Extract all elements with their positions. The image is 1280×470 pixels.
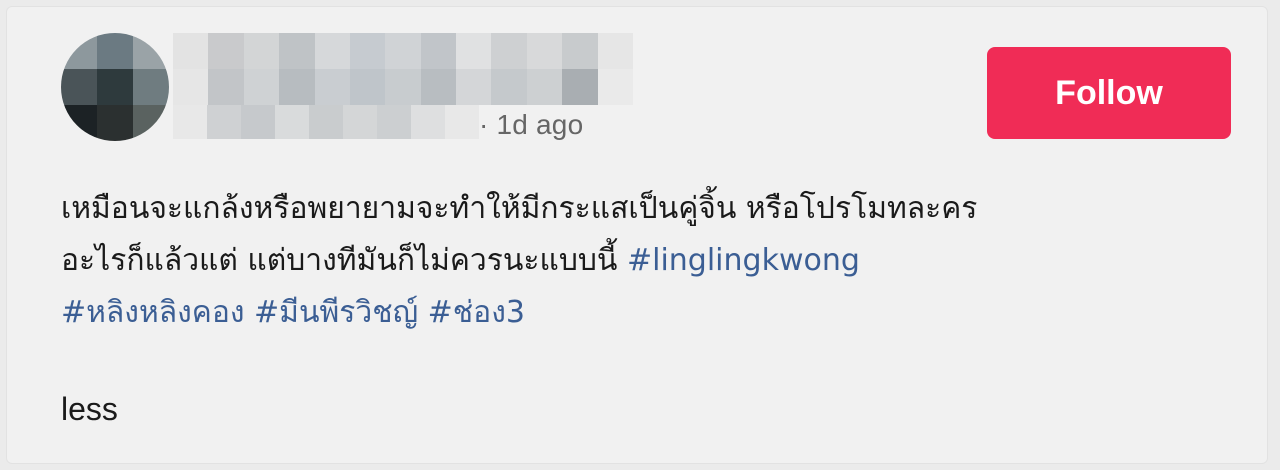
meta-blurred	[173, 105, 479, 139]
follow-button[interactable]: Follow	[987, 47, 1231, 139]
avatar-blurred[interactable]	[61, 33, 169, 141]
username-blurred[interactable]	[173, 33, 633, 105]
caption-line-1: เหมือนจะแกล้งหรือพยายามจะทำให้มีกระแสเป็…	[61, 191, 978, 226]
post-header: · 1d ago Follow	[7, 7, 1267, 157]
post-time: · 1d ago	[479, 109, 584, 140]
less-toggle[interactable]: less	[61, 387, 118, 431]
comment-card: · 1d ago Follow เหมือนจะแกล้งหรือพยายามจ…	[6, 6, 1268, 464]
hashtag-link[interactable]: #มีนพีรวิชญ์	[254, 295, 418, 330]
caption-text: อะไรก็แล้วแต่ แต่บางทีมันก็ไม่ควรนะแบบนี…	[61, 243, 627, 278]
hashtag-link[interactable]: #linglingkwong	[627, 243, 860, 278]
hashtag-link[interactable]: #หลิงหลิงคอง	[61, 295, 245, 330]
post-caption: เหมือนจะแกล้งหรือพยายามจะทำให้มีกระแสเป็…	[61, 183, 1241, 339]
caption-line-2: อะไรก็แล้วแต่ แต่บางทีมันก็ไม่ควรนะแบบนี…	[61, 235, 1241, 287]
caption-line-3: #หลิงหลิงคอง #มีนพีรวิชญ์ #ช่อง3	[61, 287, 1241, 339]
hashtag-link[interactable]: #ช่อง3	[428, 295, 525, 330]
